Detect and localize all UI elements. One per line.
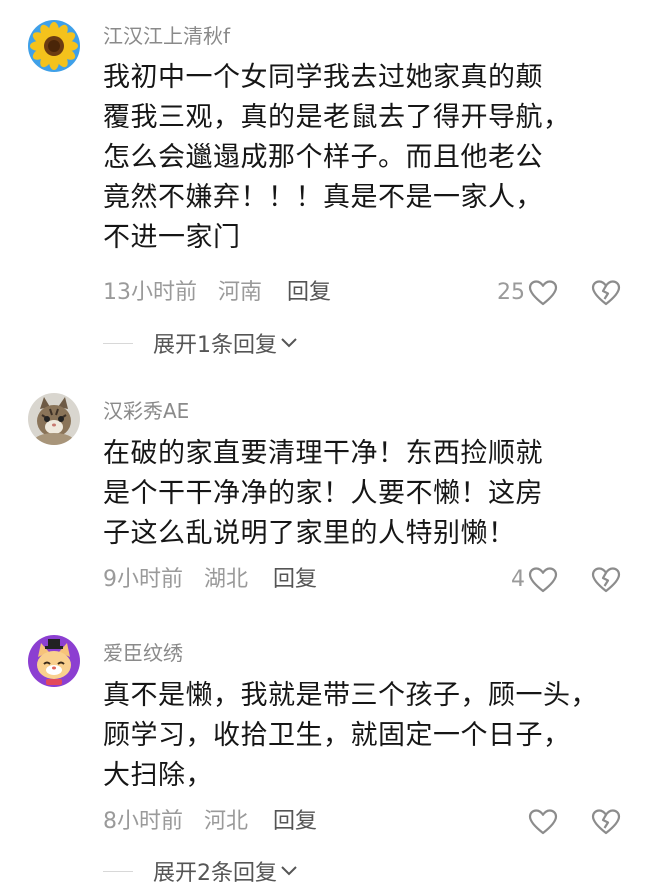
comment-text: 在破的家直要清理干净！东西捡顺就 是个干干净净的家！人要不懒！这房 子这么乱说明… [103,434,623,554]
broken-heart-icon[interactable] [591,278,621,308]
chevron-down-icon [279,862,299,881]
sunflower-avatar[interactable] [28,20,80,72]
expand-replies-label: 展开1条回复 [153,333,277,358]
cartoon-cat-avatar[interactable] [28,635,80,687]
reply-button[interactable]: 回复 [273,567,317,592]
comment-meta: 13小时前 河南 回复 [103,278,331,308]
comment-line: 是个干干净净的家！人要不懒！这房 [103,478,543,509]
comment-text: 真不是懒，我就是带三个孩子，顾一头， 顾学习，收拾卫生，就固定一个日子， 大扫除… [103,676,623,796]
comment-line: 在破的家直要清理干净！东西捡顺就 [103,438,543,469]
divider-line [103,870,133,872]
comment-line: 真不是懒，我就是带三个孩子，顾一头， [103,680,598,711]
divider-line [103,342,133,344]
expand-replies-label: 展开2条回复 [153,861,277,886]
comment-time: 8小时前 [103,809,183,834]
cat-photo-avatar[interactable] [28,393,80,445]
chevron-down-icon [279,334,299,353]
comment-location: 河南 [218,280,263,305]
heart-icon[interactable] [528,278,558,308]
comment-line: 大扫除， [103,760,213,791]
comment-username[interactable]: 江汉江上清秋f [103,22,230,50]
broken-heart-icon[interactable] [591,565,621,595]
comment-line: 不进一家门 [103,222,241,253]
like-count: 25 [497,280,525,305]
comment-username[interactable]: 汉彩秀AE [103,397,189,425]
comment-line: 怎么会邋遢成那个样子。而且他老公 [103,142,543,173]
comment-username[interactable]: 爱臣纹绣 [103,639,183,667]
reply-button[interactable]: 回复 [287,280,331,305]
heart-icon[interactable] [528,565,558,595]
expand-replies-button[interactable]: 展开1条回复 [103,327,299,358]
comment-location: 河北 [204,809,249,834]
heart-icon[interactable] [528,807,558,837]
comment-line: 顾学习，收拾卫生，就固定一个日子， [103,720,571,751]
comment-time: 13小时前 [103,280,197,305]
comment-line: 覆我三观，真的是老鼠去了得开导航， [103,102,571,133]
comment-text: 我初中一个女同学我去过她家真的颠 覆我三观，真的是老鼠去了得开导航， 怎么会邋遢… [103,58,623,258]
reply-button[interactable]: 回复 [273,809,317,834]
comment-location: 湖北 [204,567,249,592]
broken-heart-icon[interactable] [591,807,621,837]
comment-meta: 8小时前 河北 回复 [103,807,317,837]
like-count: 4 [511,567,525,592]
comment-line: 子这么乱说明了家里的人特别懒！ [103,518,516,549]
comment-time: 9小时前 [103,567,183,592]
expand-replies-button[interactable]: 展开2条回复 [103,855,299,886]
comment-meta: 9小时前 湖北 回复 [103,565,317,595]
comment-line: 竟然不嫌弃！！！真是不是一家人， [103,182,543,213]
comment-line: 我初中一个女同学我去过她家真的颠 [103,62,543,93]
